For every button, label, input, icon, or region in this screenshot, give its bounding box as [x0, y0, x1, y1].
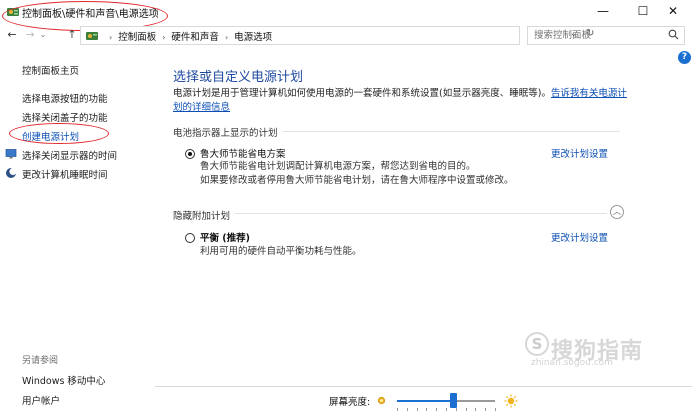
slider-tick [397, 408, 398, 411]
sun-bright-icon [504, 394, 518, 408]
page-title: 选择或自定义电源计划 [173, 70, 304, 85]
moon-sleep-icon [6, 167, 17, 178]
sidebar-item-user-accounts[interactable]: 用户帐户 [22, 393, 60, 407]
plan-name[interactable]: 鲁大师节能省电方案 [200, 146, 286, 160]
search-box[interactable] [527, 26, 685, 45]
recent-locations-chevron-icon[interactable]: ⌄ [36, 27, 50, 43]
change-plan-settings-link[interactable]: 更改计划设置 [551, 230, 608, 244]
divider [283, 131, 620, 132]
sidebar-item-home[interactable]: 控制面板主页 [22, 63, 79, 77]
plan-description: 利用可用的硬件自动平衡功耗与性能。 [200, 246, 362, 257]
brightness-slider-thumb[interactable] [450, 393, 458, 408]
sidebar-item-power-button[interactable]: 选择电源按钮的功能 [22, 91, 108, 105]
see-also-heading: 另请参阅 [22, 356, 59, 366]
sun-dim-icon [377, 396, 386, 405]
address-box[interactable]: › 控制面板 › 硬件和声音 › 电源选项 ⌄ ↻ [80, 26, 594, 45]
main-content: ? 选择或自定义电源计划 电源计划是用于管理计算机如何使用电源的一套硬件和系统设… [155, 46, 692, 420]
sidebar-item-create-plan[interactable]: 创建电源计划 [22, 129, 79, 143]
slider-tick [406, 408, 408, 411]
slider-tick [485, 408, 487, 411]
control-panel-icon [86, 32, 98, 40]
help-icon[interactable]: ? [678, 51, 691, 64]
title-bar: 控制面板\硬件和声音\电源选项 — ☐ ✕ [0, 0, 692, 31]
collapse-chevron-icon[interactable]: ︿ [610, 205, 624, 219]
page-description: 电源计划是用于管理计算机如何使用电源的一套硬件和系统设置(如显示器亮度、睡眠等)… [173, 87, 633, 115]
slider-tick [495, 408, 496, 411]
search-icon[interactable] [668, 29, 679, 40]
slider-tick [465, 408, 467, 411]
search-input[interactable] [528, 27, 663, 44]
breadcrumb-chevron-icon[interactable]: › [162, 33, 165, 42]
brightness-slider-fill [397, 400, 454, 402]
display-icon [5, 149, 17, 159]
change-plan-settings-link[interactable]: 更改计划设置 [551, 146, 608, 160]
divider [155, 386, 692, 387]
plan-description: 如果要修改或者停用鲁大师节能省电计划，请在鲁大师程序中设置或修改。 [200, 175, 514, 186]
forward-arrow-icon[interactable]: → [23, 27, 37, 43]
brightness-slider[interactable] [397, 400, 495, 402]
control-panel-icon [7, 8, 19, 16]
slider-tick [416, 408, 418, 411]
sidebar-item-display-off[interactable]: 选择关闭显示器的时间 [22, 148, 117, 162]
slider-tick [455, 408, 457, 411]
description-text: 电源计划是用于管理计算机如何使用电源的一套硬件和系统设置(如显示器亮度、睡眠等)… [173, 88, 551, 99]
close-button[interactable]: ✕ [650, 0, 692, 24]
breadcrumb-chevron-icon: › [109, 33, 113, 42]
plan-radio-balanced[interactable] [185, 233, 195, 243]
window-title: 控制面板\硬件和声音\电源选项 [22, 9, 159, 20]
up-arrow-icon[interactable]: ↑ [65, 27, 79, 43]
breadcrumb-item[interactable]: 控制面板 [118, 32, 156, 43]
plan-name[interactable]: 平衡 (推荐) [200, 230, 250, 244]
breadcrumb: › 控制面板 › 硬件和声音 › 电源选项 [103, 29, 272, 43]
section-heading-shown: 电池指示器上显示的计划 [173, 128, 278, 139]
sidebar-item-lid[interactable]: 选择关闭盖子的功能 [22, 110, 108, 124]
brightness-label: 屏幕亮度: [329, 397, 371, 408]
plan-description: 鲁大师节能省电计划调配计算机电源方案，帮您达到省电的目的。 [200, 161, 476, 172]
divider [235, 213, 607, 214]
left-pane: 控制面板主页 选择电源按钮的功能 选择关闭盖子的功能 创建电源计划 选择关闭显示… [0, 46, 150, 420]
breadcrumb-item[interactable]: 硬件和声音 [171, 32, 219, 43]
sidebar-item-sleep-time[interactable]: 更改计算机睡眠时间 [22, 167, 108, 181]
slider-tick [446, 408, 447, 411]
slider-tick [436, 408, 438, 411]
address-bar: ← → ⌄ ↑ › 控制面板 › 硬件和声音 › 电源选项 ⌄ ↻ [0, 24, 692, 46]
breadcrumb-chevron-icon[interactable]: › [225, 33, 228, 42]
section-heading-hidden[interactable]: 隐藏附加计划 [173, 208, 230, 222]
sidebar-item-mobility-center[interactable]: Windows 移动中心 [22, 373, 105, 387]
plan-radio-ludashi[interactable] [185, 149, 195, 159]
slider-tick [475, 408, 477, 411]
back-arrow-icon[interactable]: ← [5, 27, 19, 43]
slider-tick [426, 408, 428, 411]
breadcrumb-item[interactable]: 电源选项 [234, 32, 272, 43]
